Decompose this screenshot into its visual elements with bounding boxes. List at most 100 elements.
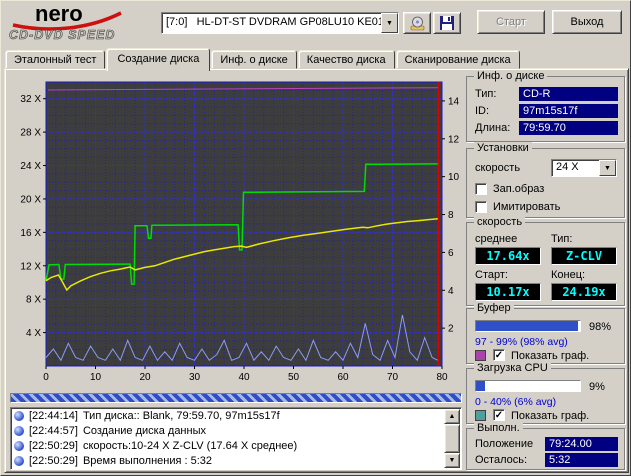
log-disc-icon xyxy=(14,410,24,421)
svg-text:2: 2 xyxy=(448,324,454,335)
drive-select[interactable]: [7:0] HL-DT-ST DVDRAM GP08LU10 KE01 ▼ xyxy=(161,12,399,34)
write-progress-bar xyxy=(10,393,462,403)
settings-panel: Установки скорость 24 X ▼ Зап.образ Имит… xyxy=(466,142,625,218)
avg-speed-value: 17.64x xyxy=(475,247,541,265)
buffer-show-graph-label: Показать граф. xyxy=(511,350,590,362)
tab-benchmark-test[interactable]: Эталонный тест xyxy=(5,50,106,69)
svg-text:28 X: 28 X xyxy=(20,128,41,139)
end-speed-label: Конец: xyxy=(551,269,586,281)
write-image-label: Зап.образ xyxy=(493,183,545,195)
log-text: Тип диска:: Blank, 79:59.70, 97m15s17f xyxy=(82,409,280,422)
eject-disc-button[interactable] xyxy=(403,12,431,34)
logo-text-nero: nero xyxy=(35,1,83,26)
svg-text:24 X: 24 X xyxy=(20,161,41,172)
write-type-label: Тип: xyxy=(551,233,573,245)
disc-length-value: 79:59.70 xyxy=(519,121,618,135)
svg-text:32 X: 32 X xyxy=(20,94,41,105)
tab-disc-info[interactable]: Инф. о диске xyxy=(211,50,297,69)
start-speed-label: Старт: xyxy=(475,269,508,281)
buffer-range: 97 - 99% (98% avg) xyxy=(475,336,568,348)
svg-text:60: 60 xyxy=(337,372,349,383)
tab-scan-disc[interactable]: Сканирование диска xyxy=(395,50,520,69)
cpu-bar xyxy=(475,380,581,392)
write-type-value: Z-CLV xyxy=(551,247,617,265)
buffer-color-swatch xyxy=(475,350,486,361)
cpu-range: 0 - 40% (6% avg) xyxy=(475,396,557,408)
scroll-down-icon[interactable]: ▼ xyxy=(444,453,460,468)
svg-text:0: 0 xyxy=(43,372,49,383)
buffer-panel: Буфер 98% 97 - 99% (98% avg) ✓ Показать … xyxy=(466,302,625,364)
start-button[interactable]: Старт xyxy=(477,10,545,34)
disc-type-value: CD-R xyxy=(519,87,618,101)
scroll-up-icon[interactable]: ▲ xyxy=(444,409,460,424)
group-title: Инф. о диске xyxy=(474,70,548,82)
cpu-show-graph-checkbox[interactable]: ✓ xyxy=(493,409,505,421)
tab-disc-quality[interactable]: Качество диска xyxy=(297,50,395,69)
log-text: скорость:10-24 X Z-CLV (17.64 X среднее) xyxy=(82,439,298,452)
buffer-show-graph-checkbox[interactable]: ✓ xyxy=(493,349,505,361)
log-time: [22:44:57] xyxy=(29,424,78,437)
svg-text:80: 80 xyxy=(436,372,448,383)
start-speed-value: 10.17x xyxy=(475,283,541,301)
svg-text:10: 10 xyxy=(90,372,102,383)
chevron-down-icon[interactable]: ▼ xyxy=(381,13,398,33)
buffer-percent: 98% xyxy=(589,321,612,333)
write-progress-fill xyxy=(11,394,461,402)
log-row: [22:50:29] скорость:10-24 X Z-CLV (17.64… xyxy=(11,438,461,453)
svg-text:30: 30 xyxy=(189,372,201,383)
disc-type-label: Тип: xyxy=(475,88,497,100)
avg-speed-label: среднее xyxy=(475,233,518,245)
position-label: Положение xyxy=(475,438,534,450)
svg-text:16 X: 16 X xyxy=(20,228,41,239)
group-title: Установки xyxy=(474,142,532,154)
write-image-checkbox[interactable] xyxy=(475,183,487,195)
log-text: Время выполнения : 5:32 xyxy=(82,454,213,467)
cpu-bar-fill xyxy=(476,381,486,391)
progress-info-panel: Выполн. Положение 79:24.00 Осталось: 5:3… xyxy=(466,422,625,470)
log-scrollbar[interactable]: ▲ ▼ xyxy=(444,409,460,468)
speed-select-value: 24 X xyxy=(556,161,579,173)
svg-text:50: 50 xyxy=(288,372,300,383)
svg-text:8: 8 xyxy=(448,210,454,221)
drive-select-value: [7:0] HL-DT-ST DVDRAM GP08LU10 KE01 xyxy=(166,16,381,28)
svg-text:20 X: 20 X xyxy=(20,194,41,205)
save-button[interactable] xyxy=(433,12,461,34)
app-window: nero CD-DVD SPEED [7:0] HL-DT-ST DVDRAM … xyxy=(0,0,631,476)
event-log[interactable]: [22:44:14] Тип диска:: Blank, 79:59.70, … xyxy=(10,407,462,470)
disc-length-row: Длина: 79:59.70 xyxy=(475,121,618,135)
create-disc-page: 32 X 28 X 24 X 20 X 16 X 12 X 8 X 4 X 0 10 20 30 40 5… xyxy=(4,68,629,473)
svg-text:12: 12 xyxy=(448,134,460,145)
disc-id-value: 97m15s17f xyxy=(519,104,618,118)
scrollbar-thumb[interactable] xyxy=(444,424,460,453)
tab-create-disc[interactable]: Создание диска xyxy=(106,48,211,71)
log-disc-icon xyxy=(14,455,24,466)
disc-length-label: Длина: xyxy=(475,122,511,134)
logo-text-speed: CD-DVD SPEED xyxy=(9,28,115,42)
svg-text:4: 4 xyxy=(448,286,454,297)
simulate-checkbox[interactable] xyxy=(475,201,487,213)
save-icon xyxy=(440,16,454,30)
cpu-color-swatch xyxy=(475,410,486,421)
disc-info-panel: Инф. о диске Тип: CD-R ID: 97m15s17f Дли… xyxy=(466,70,625,142)
tab-bar: Эталонный тест Создание диска Инф. о дис… xyxy=(5,47,521,71)
remaining-value: 5:32 xyxy=(545,453,618,467)
eject-disc-icon xyxy=(410,16,424,30)
speed-select[interactable]: 24 X ▼ xyxy=(551,159,617,177)
simulate-label: Имитировать xyxy=(493,201,561,213)
svg-text:40: 40 xyxy=(238,372,250,383)
group-title: Выполн. xyxy=(474,422,523,434)
svg-text:14: 14 xyxy=(448,96,460,107)
svg-text:20: 20 xyxy=(139,372,151,383)
speed-panel: скорость среднее 17.64x Тип: Z-CLV Старт… xyxy=(466,216,625,306)
log-disc-icon xyxy=(14,440,24,451)
position-row: Положение 79:24.00 xyxy=(475,437,618,451)
svg-text:10: 10 xyxy=(448,172,460,183)
exit-button[interactable]: Выход xyxy=(552,10,622,34)
chevron-down-icon[interactable]: ▼ xyxy=(599,160,616,176)
nero-logo: nero CD-DVD SPEED xyxy=(9,1,122,42)
log-row: [22:50:29] Время выполнения : 5:32 xyxy=(11,453,461,468)
remaining-label: Осталось: xyxy=(475,454,528,466)
log-time: [22:44:14] xyxy=(29,409,78,422)
svg-text:70: 70 xyxy=(387,372,399,383)
disc-id-label: ID: xyxy=(475,105,490,117)
